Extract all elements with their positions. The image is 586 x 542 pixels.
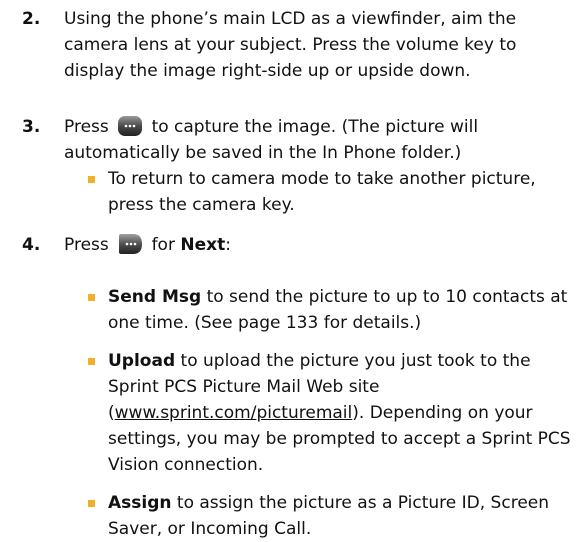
step-4: 4. Press for Next: [0, 232, 570, 258]
picturemail-link[interactable]: www.sprint.com/ [115, 403, 257, 423]
step-3-bullets: To return to camera mode to take another… [0, 166, 586, 218]
picturemail-link-cont[interactable]: picturemail [256, 403, 352, 423]
bullet-marker [88, 358, 95, 365]
step-3-number: 3. [22, 117, 41, 137]
assign-label: Assign [108, 493, 172, 513]
upload-label: Upload [108, 351, 176, 371]
step-3: 3. Press to capture the image. (The pict… [0, 114, 570, 166]
right-softkey-icon [119, 234, 143, 254]
send-msg-label: Send Msg [108, 287, 202, 307]
next-label: Next [180, 235, 226, 255]
list-item: Upload to upload the picture you just to… [88, 348, 578, 478]
bullet-text: To return to camera mode to take another… [108, 169, 536, 215]
bullet-marker [88, 500, 95, 507]
step-3-text-line2: automatically be saved in the In Phone f… [64, 143, 462, 163]
step-2: 2. Using the phone’s main LCD as a viewf… [0, 6, 570, 84]
list-item: To return to camera mode to take another… [88, 166, 578, 218]
bullet-marker [88, 176, 95, 183]
step-2-text: Using the phone’s main LCD as a viewfind… [64, 9, 517, 81]
bullet-marker [88, 294, 95, 301]
step-4-colon: : [225, 235, 231, 255]
step-3-text: Press to capture the image. (The picture… [64, 114, 570, 166]
step-4-press: Press [64, 235, 109, 255]
step-4-for: for [151, 235, 175, 255]
manual-page: 2. Using the phone’s main LCD as a viewf… [0, 0, 586, 539]
assign-text: to assign the picture as a Picture ID, S… [108, 493, 550, 539]
step-3-text-line1: to capture the image. (The picture will [151, 117, 479, 137]
menu-ok-softkey-icon [118, 116, 143, 136]
step-3-press: Press [64, 117, 109, 137]
step-2-number: 2. [22, 9, 41, 29]
step-4-text: Press for Next: [64, 232, 570, 258]
list-item: Assign to assign the picture as a Pictur… [88, 490, 578, 542]
step-4-number: 4. [22, 235, 41, 255]
step-4-bullets: Send Msg to send the picture to up to 10… [0, 284, 586, 542]
list-item: Send Msg to send the picture to up to 10… [88, 284, 578, 336]
